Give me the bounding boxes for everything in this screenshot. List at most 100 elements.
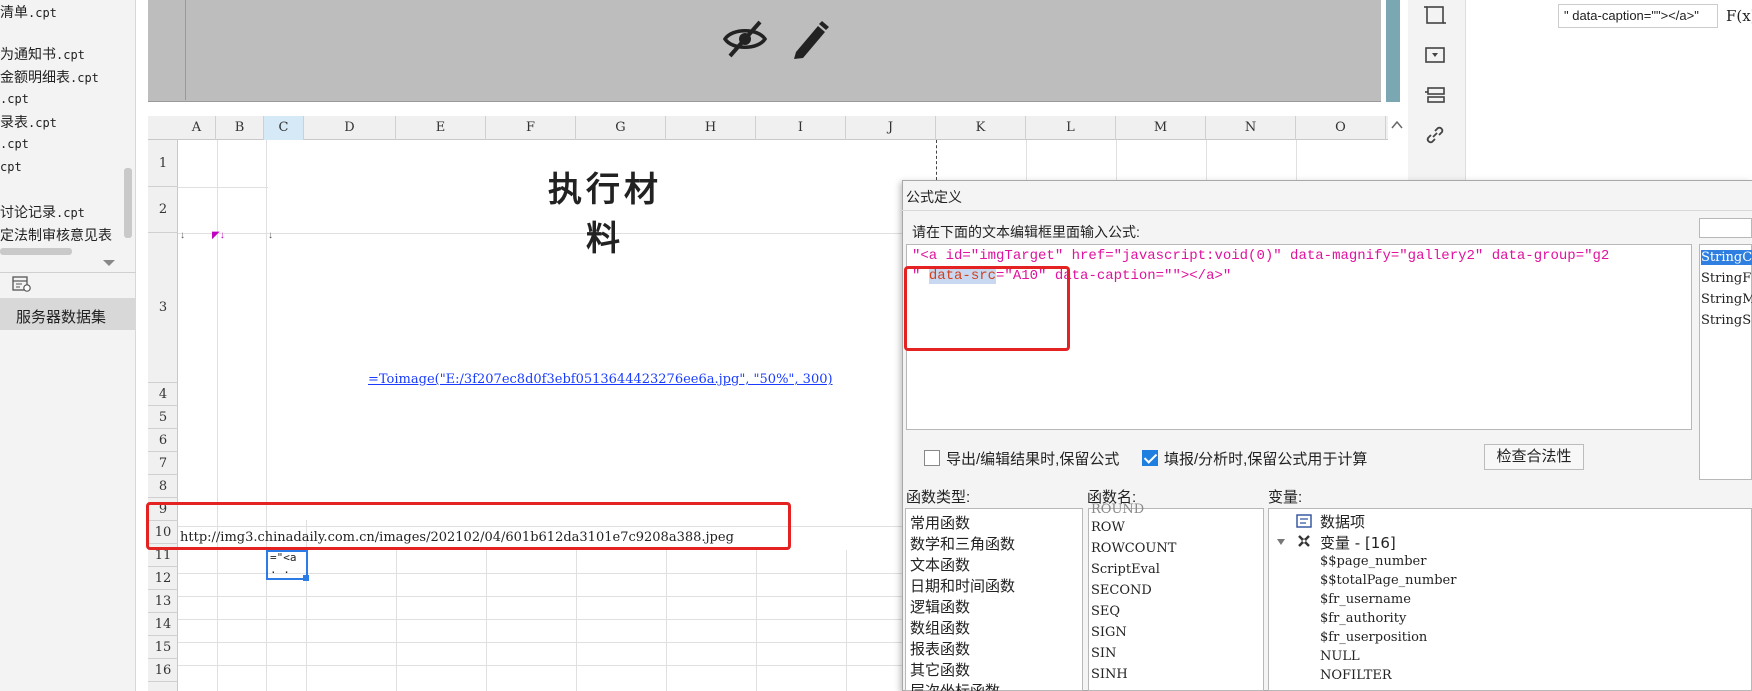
function-suggestion[interactable]: StringM: [1701, 292, 1752, 307]
variable-item[interactable]: NULL: [1320, 649, 1360, 664]
cell-value-field[interactable]: " data-caption=""></a>": [1558, 4, 1718, 28]
row-1[interactable]: 1: [148, 140, 178, 187]
hide-eye-icon[interactable]: [722, 16, 768, 62]
column-m[interactable]: M: [1116, 116, 1206, 140]
column-d[interactable]: D: [304, 116, 396, 140]
column-e[interactable]: E: [396, 116, 486, 140]
variable-icon: [1298, 535, 1310, 547]
variable-item[interactable]: $fr_username: [1320, 592, 1411, 607]
row-13[interactable]: 13: [148, 590, 178, 613]
file-item[interactable]: .cpt: [0, 135, 29, 151]
function-type-item[interactable]: 层次坐标函数: [910, 680, 1000, 691]
formula-line[interactable]: "<a id="imgTarget" href="javascript:void…: [912, 248, 1609, 264]
function-type-item[interactable]: 数学和三角函数: [910, 533, 1015, 554]
column-b[interactable]: B: [216, 116, 264, 140]
function-type-item[interactable]: 文本函数: [910, 554, 970, 575]
column-g[interactable]: G: [576, 116, 666, 140]
file-tree-hscrollbar[interactable]: [0, 248, 72, 255]
column-i[interactable]: I: [756, 116, 846, 140]
file-item[interactable]: 讨论记录.cpt: [0, 202, 85, 222]
file-tree-scrollbar[interactable]: [124, 168, 132, 238]
file-item[interactable]: 清单.cpt: [0, 2, 57, 22]
collapse-icon[interactable]: [103, 260, 115, 266]
gridline: [178, 233, 936, 234]
row-4[interactable]: 4: [148, 383, 178, 406]
row-6[interactable]: 6: [148, 429, 178, 452]
function-type-item[interactable]: 常用函数: [910, 512, 970, 533]
column-l[interactable]: L: [1026, 116, 1116, 140]
gridline: [756, 550, 757, 691]
function-type-item[interactable]: 报表函数: [910, 638, 970, 659]
variable-item[interactable]: $$page_number: [1320, 554, 1426, 569]
check-validity-button[interactable]: 检查合法性: [1484, 444, 1584, 470]
gridline: [1026, 140, 1027, 180]
function-name-item[interactable]: ROW: [1091, 520, 1125, 535]
row-15[interactable]: 15: [148, 636, 178, 659]
file-item[interactable]: 定法制审核意见表: [0, 225, 112, 245]
row-2[interactable]: 2: [148, 187, 178, 233]
row-8[interactable]: 8: [148, 475, 178, 498]
scroll-up-icon[interactable]: [1390, 118, 1404, 132]
column-h[interactable]: H: [666, 116, 756, 140]
row-7[interactable]: 7: [148, 452, 178, 475]
fill-handle[interactable]: [303, 575, 309, 581]
row-14[interactable]: 14: [148, 613, 178, 636]
variable-item[interactable]: $fr_userposition: [1320, 630, 1427, 645]
row-3[interactable]: 3: [148, 233, 178, 383]
function-name-item[interactable]: ROUND: [1091, 502, 1144, 517]
data-item-icon: [1296, 514, 1312, 528]
function-name-item[interactable]: SECOND: [1091, 583, 1152, 598]
column-c[interactable]: C: [264, 116, 304, 140]
function-suggestion[interactable]: StringF: [1701, 271, 1752, 286]
column-k[interactable]: K: [936, 116, 1026, 140]
gridline: [666, 550, 667, 691]
column-a[interactable]: A: [178, 116, 216, 140]
data-items-node[interactable]: 数据项: [1320, 511, 1365, 532]
function-name-item[interactable]: SINH: [1091, 667, 1128, 682]
variable-item[interactable]: $fr_authority: [1320, 611, 1406, 626]
crop-icon[interactable]: [1422, 2, 1448, 28]
tree-expand-icon[interactable]: [1276, 537, 1286, 547]
variable-item[interactable]: NOFILTER: [1320, 668, 1392, 683]
function-type-item[interactable]: 数组函数: [910, 617, 970, 638]
column-f[interactable]: F: [486, 116, 576, 140]
column-n[interactable]: N: [1206, 116, 1296, 140]
hyperlink-icon[interactable]: [1422, 122, 1448, 148]
file-item[interactable]: 录表.cpt: [0, 112, 57, 132]
function-name-item[interactable]: SIGN: [1091, 625, 1127, 640]
keep-formula-fill-checkbox[interactable]: [1142, 450, 1158, 466]
column-j[interactable]: J: [846, 116, 936, 140]
file-item[interactable]: 金额明细表.cpt: [0, 67, 99, 87]
report-title-cell[interactable]: 执行材料: [530, 162, 680, 259]
function-name-item[interactable]: SIN: [1091, 646, 1116, 661]
row-5[interactable]: 5: [148, 406, 178, 429]
function-type-item[interactable]: 日期和时间函数: [910, 575, 1015, 596]
selected-cell-c11[interactable]: ="<a . .: [266, 550, 308, 580]
layout-icon[interactable]: [1422, 82, 1448, 108]
insert-widget-icon[interactable]: [1422, 42, 1448, 68]
formula-fx-button[interactable]: F(x): [1726, 4, 1752, 28]
file-item[interactable]: cpt: [0, 158, 22, 174]
toimage-formula-cell[interactable]: =Toimage("E:/3f207ec8d0f3ebf051364442327…: [368, 372, 833, 387]
function-suggestion[interactable]: StringS: [1701, 313, 1752, 328]
preview-scrollbar[interactable]: [1386, 0, 1400, 102]
variables-node[interactable]: 变量 - [16]: [1320, 532, 1396, 553]
edit-pencil-icon[interactable]: [790, 18, 830, 60]
function-search-field[interactable]: [1699, 218, 1752, 238]
row-16[interactable]: 16: [148, 659, 178, 682]
highlight-annotation: [904, 266, 1070, 351]
file-item[interactable]: 为通知书.cpt: [0, 44, 85, 64]
function-type-item[interactable]: 逻辑函数: [910, 596, 970, 617]
keep-formula-export-checkbox[interactable]: [924, 450, 940, 466]
row-12[interactable]: 12: [148, 567, 178, 590]
function-name-item[interactable]: ScriptEval: [1091, 562, 1160, 577]
function-type-item[interactable]: 其它函数: [910, 659, 970, 680]
keep-formula-fill-label: 填报/分析时,保留公式用于计算: [1164, 451, 1368, 468]
function-name-item[interactable]: ROWCOUNT: [1091, 541, 1176, 556]
column-o[interactable]: O: [1296, 116, 1386, 140]
function-suggestion[interactable]: StringC: [1701, 250, 1752, 265]
file-item[interactable]: .cpt: [0, 90, 29, 106]
function-name-item[interactable]: SEQ: [1091, 604, 1120, 619]
function-name-list[interactable]: [1088, 508, 1264, 691]
variable-item[interactable]: $$totalPage_number: [1320, 573, 1456, 588]
